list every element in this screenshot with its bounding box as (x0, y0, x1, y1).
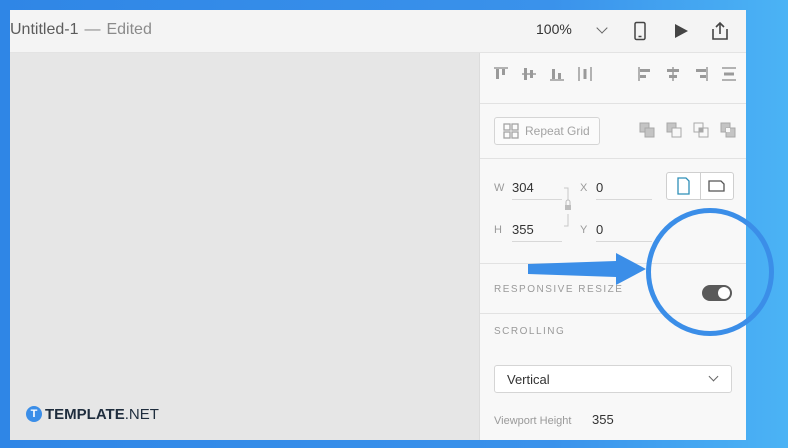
watermark-suffix: .NET (124, 406, 159, 423)
intersect-icon[interactable] (692, 121, 710, 139)
title-separator: — (84, 21, 101, 38)
repeat-grid-button[interactable]: Repeat Grid (494, 117, 600, 145)
height-input[interactable]: 355 (512, 222, 562, 242)
portrait-icon[interactable] (667, 173, 701, 199)
align-left-icon[interactable] (636, 65, 654, 83)
distribute-vertical-icon[interactable] (576, 65, 594, 83)
document-status: Edited (106, 21, 152, 38)
align-right-icon[interactable] (692, 65, 710, 83)
align-bottom-icon[interactable] (548, 65, 566, 83)
align-vertical-center-icon[interactable] (520, 65, 538, 83)
align-top-icon[interactable] (492, 65, 510, 83)
app-window: Untitled-1 — Edited 100% Repeat Grid W 30… (10, 10, 746, 440)
exclude-icon[interactable] (719, 121, 737, 139)
template-net-watermark: T TEMPLATE.NET (26, 406, 159, 423)
y-input[interactable]: 0 (596, 222, 652, 242)
annotation-arrow-icon (528, 253, 646, 285)
device-preview-icon[interactable] (630, 21, 650, 41)
title-bar: Untitled-1 — Edited 100% (10, 10, 746, 53)
orientation-toggle (666, 172, 734, 200)
logo-letter: T (30, 408, 38, 420)
subtract-icon[interactable] (665, 121, 683, 139)
document-title: Untitled-1 — Edited (10, 21, 152, 39)
chevron-down-icon (708, 371, 719, 382)
zoom-value: 100% (536, 21, 572, 37)
align-section (480, 53, 746, 104)
chevron-down-icon (596, 22, 608, 34)
document-name: Untitled-1 (10, 21, 79, 38)
viewport-height-input[interactable]: 355 (592, 412, 634, 431)
align-horizontal-center-icon[interactable] (664, 65, 682, 83)
play-icon[interactable] (671, 21, 691, 41)
lock-aspect-icon[interactable] (562, 186, 574, 237)
artboard-canvas[interactable] (10, 53, 479, 440)
width-label: W (494, 182, 505, 194)
share-icon[interactable] (710, 21, 730, 41)
template-logo-icon: T (26, 406, 42, 422)
scrolling-value: Vertical (507, 372, 550, 387)
width-input[interactable]: 304 (512, 180, 562, 200)
repeat-grid-label: Repeat Grid (525, 124, 590, 138)
repeat-grid-section: Repeat Grid (480, 103, 746, 159)
x-label: X (580, 182, 588, 194)
add-icon[interactable] (638, 121, 656, 139)
viewport-height-label: Viewport Height (494, 415, 572, 427)
zoom-dropdown[interactable]: 100% (536, 21, 608, 41)
distribute-horizontal-icon[interactable] (720, 65, 738, 83)
scrolling-dropdown[interactable]: Vertical (494, 365, 732, 393)
height-label: H (494, 224, 502, 236)
landscape-icon[interactable] (700, 173, 733, 199)
scrolling-label: SCROLLING (494, 326, 566, 337)
x-input[interactable]: 0 (596, 180, 652, 200)
highlight-circle (646, 208, 774, 336)
repeat-grid-icon (503, 123, 519, 144)
watermark-brand: TEMPLATE (45, 406, 125, 423)
y-label: Y (580, 224, 588, 236)
